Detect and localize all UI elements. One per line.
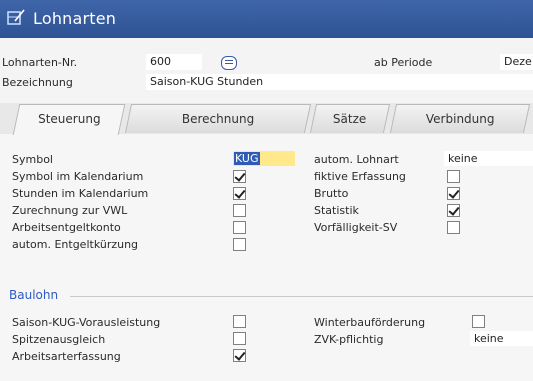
desc-input[interactable]: Saison-KUG Stunden — [146, 74, 533, 90]
desc-label: Bezeichnung — [2, 76, 73, 89]
period-label: ab Periode — [374, 56, 433, 69]
winterbaufoerderung-checkbox[interactable] — [472, 315, 485, 328]
tab-label: Sätze — [333, 112, 367, 126]
vorfaelligkeit-checkbox[interactable] — [447, 221, 460, 234]
arbeitsarterfassung-checkbox[interactable] — [233, 349, 246, 362]
tab-label: Steuerung — [37, 112, 101, 126]
document-pencil-icon — [7, 9, 25, 25]
symbol-kalendarium-label: Symbol im Kalendarium — [12, 170, 144, 183]
spitzenausgleich-label: Spitzenausgleich — [12, 333, 106, 346]
brutto-label: Brutto — [314, 187, 349, 200]
symbol-input[interactable]: KUG — [233, 151, 295, 166]
tab-saetze[interactable]: Sätze — [309, 104, 391, 133]
arbeitsentgeltkonto-label: Arbeitsentgeltkonto — [12, 221, 121, 234]
stunden-kalendarium-label: Stunden im Kalendarium — [12, 187, 149, 200]
saison-kug-label: Saison-KUG-Vorausleistung — [12, 316, 161, 329]
symbol-label: Symbol — [12, 153, 53, 166]
zvk-label: ZVK-pflichtig — [314, 333, 384, 346]
vwl-checkbox[interactable] — [233, 204, 246, 217]
autom-lohnart-select[interactable]: keine — [444, 151, 533, 166]
tab-berechnung[interactable]: Berechnung — [124, 104, 312, 133]
period-input[interactable]: Deze — [500, 54, 533, 70]
statistik-checkbox[interactable] — [447, 204, 460, 217]
vorfaelligkeit-label: Vorfälligkeit-SV — [314, 221, 398, 234]
vwl-label: Zurechnung zur VWL — [12, 204, 128, 217]
header-area — [0, 38, 533, 103]
group-divider — [70, 296, 533, 297]
autom-lohnart-label: autom. Lohnart — [314, 153, 399, 166]
tab-steuerung[interactable]: Steuerung — [12, 104, 126, 135]
fiktive-erfassung-label: fiktive Erfassung — [314, 170, 406, 183]
symbol-kalendarium-checkbox[interactable] — [233, 170, 246, 183]
entgeltkuerzung-checkbox[interactable] — [233, 238, 246, 251]
statistik-label: Statistik — [314, 204, 359, 217]
arbeitsentgeltkonto-checkbox[interactable] — [233, 221, 246, 234]
list-lookup-icon[interactable] — [221, 56, 237, 70]
zvk-select[interactable]: keine — [470, 331, 533, 346]
arbeitsarterfassung-label: Arbeitsarterfassung — [12, 350, 121, 363]
window-title: Lohnarten — [33, 9, 117, 28]
entgeltkuerzung-label: autom. Entgeltkürzung — [12, 238, 139, 251]
stunden-kalendarium-checkbox[interactable] — [233, 187, 246, 200]
symbol-value: KUG — [234, 152, 260, 165]
winterbaufoerderung-label: Winterbauförderung — [314, 316, 426, 329]
tab-label: Berechnung — [181, 112, 255, 126]
title-bar: Lohnarten — [0, 0, 533, 38]
spitzenausgleich-checkbox[interactable] — [233, 332, 246, 345]
nr-input[interactable]: 600 — [146, 54, 202, 70]
saison-kug-checkbox[interactable] — [233, 315, 246, 328]
brutto-checkbox[interactable] — [447, 187, 460, 200]
tab-verbindung[interactable]: Verbindung — [389, 104, 531, 133]
baulohn-group-title: Baulohn — [9, 288, 59, 302]
tab-label: Verbindung — [425, 112, 495, 126]
fiktive-erfassung-checkbox[interactable] — [447, 170, 460, 183]
nr-label: Lohnarten-Nr. — [2, 56, 78, 69]
